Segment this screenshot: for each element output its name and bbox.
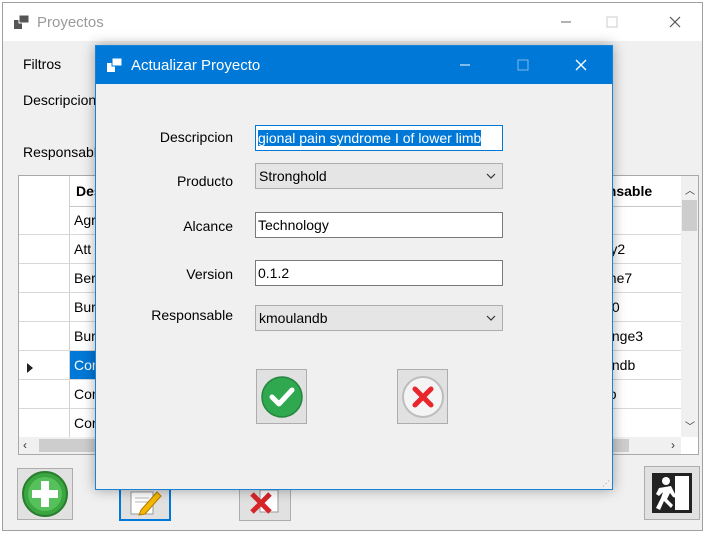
row-header[interactable] [19, 351, 70, 379]
delete-icon [250, 489, 279, 514]
row-header[interactable] [19, 293, 70, 321]
dialog-titlebar: Actualizar Proyecto [96, 46, 612, 84]
cancel-button[interactable] [397, 369, 448, 424]
row-header[interactable] [19, 322, 70, 350]
scroll-left-icon[interactable]: ‹ [23, 438, 27, 452]
alcance-value: Technology [258, 217, 329, 233]
descripcion-input[interactable]: gional pain syndrome I of lower limb [255, 125, 503, 151]
dialog-close-button[interactable] [558, 46, 604, 84]
dialog-minimize-button[interactable] [442, 46, 488, 84]
row-header[interactable] [19, 380, 70, 408]
add-button[interactable] [17, 468, 73, 520]
version-input[interactable]: 0.1.2 [255, 260, 503, 286]
alcance-label: Alcance [183, 218, 233, 234]
current-row-indicator-icon [27, 360, 34, 376]
chevron-down-icon [486, 306, 496, 339]
row-header[interactable] [19, 206, 70, 234]
row-header[interactable] [19, 235, 70, 263]
dialog-maximize-button[interactable] [500, 46, 546, 84]
check-icon [260, 375, 303, 418]
descripcion-label: Descripcion [159, 129, 233, 145]
vertical-scroll-thumb[interactable] [682, 200, 697, 231]
exit-button[interactable] [644, 466, 700, 520]
accept-button[interactable] [256, 369, 307, 424]
chevron-down-icon [486, 164, 496, 197]
resize-grip-icon[interactable]: ⋰ [602, 479, 610, 488]
cancel-icon [401, 375, 444, 418]
minimize-button[interactable] [543, 3, 589, 41]
row-header[interactable] [19, 264, 70, 292]
producto-label: Producto [176, 173, 233, 189]
row-header[interactable] [19, 409, 70, 437]
scroll-up-icon[interactable]: ︿ [685, 182, 695, 197]
producto-select[interactable]: Stronghold [255, 163, 503, 189]
vertical-scrollbar[interactable]: ︿ ﹀ [681, 176, 698, 437]
responsable-select[interactable]: kmoulandb [255, 305, 503, 331]
producto-value: Stronghold [259, 168, 327, 184]
edit-icon [130, 491, 162, 516]
exit-icon [652, 473, 692, 513]
version-value: 0.1.2 [258, 265, 290, 281]
add-icon [22, 471, 68, 517]
scroll-right-icon[interactable]: › [671, 438, 675, 452]
version-label: Version [186, 266, 233, 282]
responsable-label: Responsable [151, 307, 233, 323]
descripcion-value: gional pain syndrome I of lower limb [258, 130, 482, 146]
dialog-title: Actualizar Proyecto [131, 57, 261, 74]
filters-label: Filtros [23, 56, 62, 72]
maximize-button[interactable] [589, 3, 635, 41]
alcance-input[interactable]: Technology [255, 212, 503, 238]
responsable-value: kmoulandb [259, 310, 328, 326]
descripcion-filter-label: Descripcion [23, 92, 97, 108]
row-header-corner [19, 176, 70, 206]
responsable-filter-label: Responsable [23, 144, 105, 160]
close-button[interactable] [652, 3, 698, 41]
dialog-app-icon [107, 57, 123, 75]
scroll-down-icon[interactable]: ﹀ [685, 418, 695, 433]
window-title: Proyectos [37, 14, 104, 31]
app-icon [14, 14, 30, 32]
actualizar-proyecto-dialog: Actualizar Proyecto Descripcion gional p… [95, 45, 613, 490]
main-titlebar: Proyectos [3, 3, 702, 41]
